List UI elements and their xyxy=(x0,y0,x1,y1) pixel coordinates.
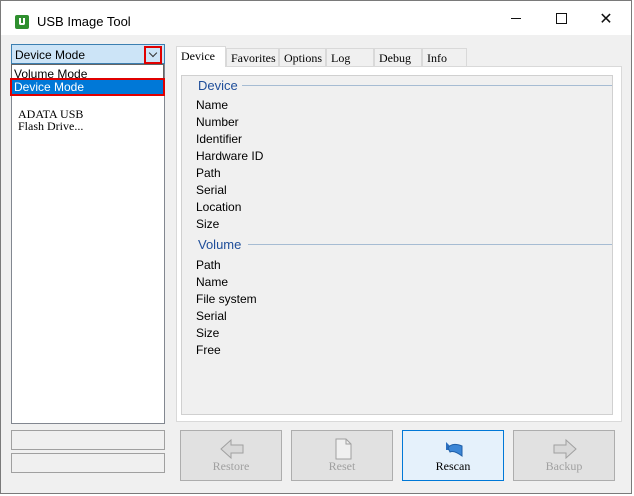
window-title: USB Image Tool xyxy=(37,14,131,29)
reset-label: Reset xyxy=(328,459,356,473)
tab-debug[interactable]: Debug xyxy=(374,48,422,66)
tab-favorites[interactable]: Favorites xyxy=(226,48,279,66)
details-panel: Device Name Number Identifier Hardware I… xyxy=(181,75,613,415)
backup-button[interactable]: Backup xyxy=(513,430,615,481)
volume-field-file-system: File system xyxy=(196,292,257,306)
device-field-path: Path xyxy=(196,166,221,180)
close-button[interactable]: ✕ xyxy=(583,1,629,35)
device-field-serial: Serial xyxy=(196,183,227,197)
device-field-name: Name xyxy=(196,98,229,112)
minimize-button[interactable] xyxy=(493,1,539,35)
reset-button[interactable]: Reset xyxy=(291,430,393,481)
chevron-down-icon[interactable] xyxy=(144,46,162,64)
refresh-arrow-icon xyxy=(446,442,463,457)
maximize-button[interactable] xyxy=(538,1,584,35)
volume-field-serial: Serial xyxy=(196,309,227,323)
mode-select-value: Device Mode xyxy=(15,48,86,62)
tab-device[interactable]: Device xyxy=(176,46,226,67)
device-tab-panel: Device Name Number Identifier Hardware I… xyxy=(176,66,622,422)
device-section-title: Device xyxy=(196,78,240,93)
volume-field-name: Name xyxy=(196,275,229,289)
dropdown-option-volume-mode[interactable]: Volume Mode xyxy=(12,67,163,81)
list-item[interactable]: ADATA USB Flash Drive... xyxy=(18,108,83,132)
volume-field-path: Path xyxy=(196,258,221,272)
arrow-right-icon xyxy=(553,438,577,460)
rescan-label: Rescan xyxy=(435,459,471,473)
status-field-1 xyxy=(11,430,165,450)
status-field-2 xyxy=(11,453,165,473)
volume-section-title: Volume xyxy=(196,237,244,252)
mode-dropdown-list: Volume Mode Device Mode xyxy=(10,64,165,96)
divider xyxy=(242,85,612,86)
backup-label: Backup xyxy=(545,459,583,473)
device-field-location: Location xyxy=(196,200,242,214)
device-list[interactable]: ADATA USB Flash Drive... xyxy=(11,64,165,424)
mode-select[interactable]: Device Mode xyxy=(11,44,165,64)
device-field-identifier: Identifier xyxy=(196,132,243,146)
tab-log[interactable]: Log xyxy=(326,48,374,66)
device-field-hardware-id: Hardware ID xyxy=(196,149,264,163)
minimize-icon xyxy=(511,17,521,19)
restore-button[interactable]: Restore xyxy=(180,430,282,481)
device-field-size: Size xyxy=(196,217,220,231)
tab-info[interactable]: Info xyxy=(422,48,467,66)
arrow-left-icon xyxy=(220,438,244,460)
close-icon: ✕ xyxy=(599,8,613,28)
left-panel: Device Mode ADATA USB Flash Drive... xyxy=(11,44,165,424)
maximize-icon xyxy=(555,12,567,24)
dropdown-option-device-mode[interactable]: Device Mode xyxy=(10,78,165,96)
volume-field-free: Free xyxy=(196,343,221,357)
volume-field-size: Size xyxy=(196,326,220,340)
device-field-number: Number xyxy=(196,115,239,129)
rescan-button[interactable]: Rescan xyxy=(402,430,504,481)
app-logo-icon xyxy=(15,15,29,29)
device-name-line2: Flash Drive... xyxy=(18,119,84,133)
divider xyxy=(248,244,612,245)
title-bar: USB Image Tool ✕ xyxy=(1,1,631,35)
blank-document-icon xyxy=(335,438,352,460)
restore-label: Restore xyxy=(212,459,250,473)
tab-options[interactable]: Options xyxy=(279,48,326,66)
